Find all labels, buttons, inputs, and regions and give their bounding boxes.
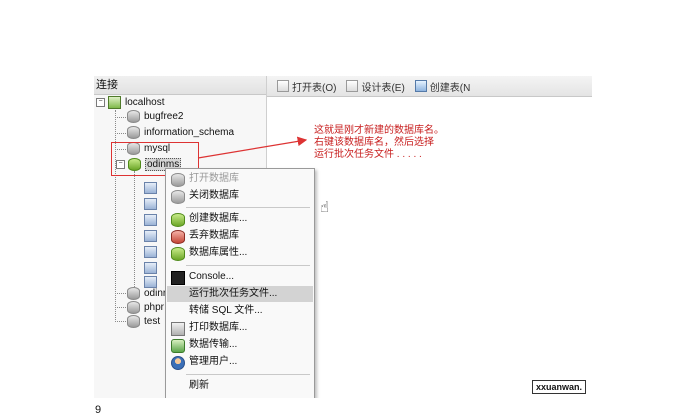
database-delete-icon xyxy=(171,230,185,244)
menu-item-dump-sql-file[interactable]: 转储 SQL 文件... xyxy=(167,303,313,319)
navicat-screenshot: 连接 − localhost bugfree2 information_schem… xyxy=(94,76,592,398)
menu-item-manage-users[interactable]: 管理用户... xyxy=(167,354,313,370)
menu-item-open-database[interactable]: 打开数据库 xyxy=(167,171,313,187)
menu-item-label: 数据传输... xyxy=(189,339,238,350)
database-add-icon xyxy=(171,213,185,227)
menu-item-execute-batch-file[interactable]: 运行批次任务文件... xyxy=(167,286,313,302)
user-icon xyxy=(171,356,185,370)
menu-item-data-transfer[interactable]: 数据传输... xyxy=(167,337,313,353)
print-icon xyxy=(171,322,185,336)
menu-item-label: 打开数据库 xyxy=(189,173,239,184)
database-icon xyxy=(171,173,185,187)
menu-separator xyxy=(186,207,310,208)
menu-separator xyxy=(186,265,310,266)
database-icon xyxy=(171,190,185,204)
menu-item-label: 数据库属性... xyxy=(189,247,248,258)
console-icon xyxy=(171,271,185,285)
menu-item-label: 打印数据库... xyxy=(189,322,248,333)
menu-separator xyxy=(186,374,310,375)
menu-item-label: 丢弃数据库 xyxy=(189,230,239,241)
menu-item-drop-database[interactable]: 丢弃数据库 xyxy=(167,228,313,244)
database-context-menu: 打开数据库 关闭数据库 创建数据库... 丢弃数据库 数据库属性... Cons… xyxy=(165,168,315,398)
menu-item-console[interactable]: Console... xyxy=(167,269,313,285)
menu-item-label: 关闭数据库 xyxy=(189,190,239,201)
menu-item-create-database[interactable]: 创建数据库... xyxy=(167,211,313,227)
menu-item-label: 管理用户... xyxy=(189,356,238,367)
transfer-icon xyxy=(171,339,185,353)
menu-item-refresh[interactable]: 刷新 xyxy=(167,378,313,394)
database-properties-icon xyxy=(171,247,185,261)
menu-item-database-properties[interactable]: 数据库属性... xyxy=(167,245,313,261)
menu-item-close-database[interactable]: 关闭数据库 xyxy=(167,188,313,204)
menu-item-label: 转储 SQL 文件... xyxy=(189,305,263,316)
menu-item-print-database[interactable]: 打印数据库... xyxy=(167,320,313,336)
menu-item-label: 刷新 xyxy=(189,380,209,391)
menu-item-label: 运行批次任务文件... xyxy=(189,288,278,299)
page-number: 9 xyxy=(95,404,102,416)
menu-item-label: Console... xyxy=(189,271,235,282)
menu-item-label: 创建数据库... xyxy=(189,213,248,224)
